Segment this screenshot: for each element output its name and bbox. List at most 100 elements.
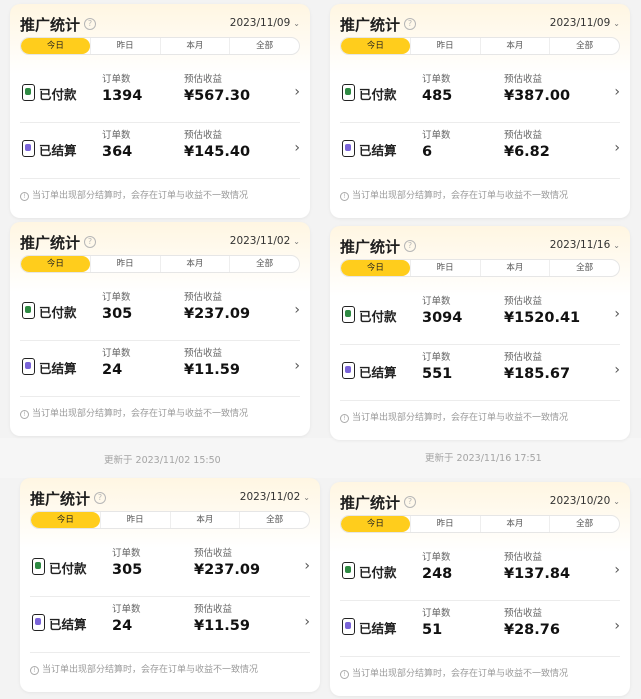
stats-card: 推广统计? 2023/11/02 ⌄ 今日 昨日 本月 全部 已付款 订单数 305 预估收益 ¥23… [20,478,320,692]
settled-row[interactable]: 已结算 订单数 364 预估收益 ¥145.40 › [20,120,300,176]
orders-label: 订单数 [422,74,451,85]
tab-today[interactable]: 今日 [341,38,410,54]
settled-orders-value: 51 [422,622,443,638]
card-header: 推广统计? 2023/11/16 ⌄ [340,234,620,258]
orders-label: 订单数 [422,552,451,563]
tab-all[interactable]: 全部 [229,38,299,54]
chevron-right-icon[interactable]: › [614,140,620,156]
settlement-note: ! 当订单出现部分结算时，会存在订单与收益不一致情况 [340,666,620,679]
tab-this-month[interactable]: 本月 [159,256,230,272]
settled-row[interactable]: 已结算 订单数 24 预估收益 ¥11.59 › [20,338,300,394]
card-title: 推广统计 [20,234,81,252]
date-selector[interactable]: 2023/11/09 ⌄ [230,17,300,29]
chevron-right-icon[interactable]: › [614,84,620,100]
settled-row[interactable]: 已结算 订单数 51 预估收益 ¥28.76 › [340,598,620,654]
chevron-right-icon[interactable]: › [294,358,300,374]
date-value: 2023/11/16 [549,239,611,251]
tab-yesterday[interactable]: 昨日 [409,260,480,276]
settled-row[interactable]: 已结算 订单数 24 预估收益 ¥11.59 › [30,594,310,650]
period-tabs: 今日 昨日 本月 全部 [340,37,620,55]
chevron-right-icon[interactable]: › [304,558,310,574]
tab-yesterday[interactable]: 昨日 [89,38,160,54]
paid-income-value: ¥237.09 [194,562,261,578]
date-selector[interactable]: 2023/11/09 ⌄ [550,17,620,29]
row-divider [340,178,620,179]
chevron-down-icon: ⌄ [303,493,310,502]
question-circle-icon[interactable]: ? [94,492,106,504]
period-tabs: 今日 昨日 本月 全部 [30,511,310,529]
settled-label: 已结算 [39,143,77,158]
stats-card: 推广统计? 2023/11/09 ⌄ 今日 昨日 本月 全部 已付款 订单数 1394 预估收益 ¥5… [10,4,310,218]
paid-label: 已付款 [49,561,87,576]
tab-today[interactable]: 今日 [21,38,90,54]
date-selector[interactable]: 2023/11/16 ⌄ [550,239,620,251]
paid-row[interactable]: 已付款 订单数 305 预估收益 ¥237.09 › [30,538,310,594]
tab-yesterday[interactable]: 昨日 [89,256,160,272]
paid-row[interactable]: 已付款 订单数 485 预估收益 ¥387.00 › [340,64,620,120]
tab-all[interactable]: 全部 [549,38,619,54]
updated-time-left: 更新于 2023/11/02 15:50 [104,455,221,466]
settled-income-value: ¥11.59 [194,618,250,634]
updated-time-right: 更新于 2023/11/16 17:51 [425,453,542,464]
tab-yesterday[interactable]: 昨日 [409,38,480,54]
tab-this-month[interactable]: 本月 [479,260,550,276]
tab-today[interactable]: 今日 [341,260,410,276]
orders-label: 订单数 [102,348,131,359]
paid-row[interactable]: 已付款 订单数 305 预估收益 ¥237.09 › [20,282,300,338]
question-circle-icon[interactable]: ? [404,240,416,252]
paid-row[interactable]: 已付款 订单数 1394 预估收益 ¥567.30 › [20,64,300,120]
question-circle-icon[interactable]: ? [404,18,416,30]
chevron-right-icon[interactable]: › [294,84,300,100]
settlement-note: ! 当订单出现部分结算时，会存在订单与收益不一致情况 [20,188,300,201]
paid-row[interactable]: 已付款 订单数 248 预估收益 ¥137.84 › [340,542,620,598]
settled-label: 已结算 [39,361,77,376]
settled-row[interactable]: 已结算 订单数 551 预估收益 ¥185.67 › [340,342,620,398]
tab-this-month[interactable]: 本月 [479,516,550,532]
orders-label: 订单数 [102,74,131,85]
settlement-note: ! 当订单出现部分结算时，会存在订单与收益不一致情况 [340,188,620,201]
paid-income-value: ¥237.09 [184,306,251,322]
card-header: 推广统计? 2023/11/02 ⌄ [30,486,310,510]
chevron-right-icon[interactable]: › [614,306,620,322]
orders-label: 订单数 [112,548,141,559]
tab-today[interactable]: 今日 [21,256,90,272]
orders-label: 订单数 [422,608,451,619]
chevron-right-icon[interactable]: › [304,614,310,630]
tab-today[interactable]: 今日 [31,512,100,528]
tab-this-month[interactable]: 本月 [169,512,240,528]
question-circle-icon[interactable]: ? [84,236,96,248]
wallet-icon [342,306,355,323]
tab-this-month[interactable]: 本月 [479,38,550,54]
paid-orders-value: 305 [112,562,143,578]
chevron-right-icon[interactable]: › [614,362,620,378]
tab-yesterday[interactable]: 昨日 [409,516,480,532]
tab-yesterday[interactable]: 昨日 [99,512,170,528]
income-label: 预估收益 [504,296,543,307]
receipt-icon [32,614,45,631]
date-selector[interactable]: 2023/10/20 ⌄ [550,495,620,507]
tab-all[interactable]: 全部 [229,256,299,272]
settled-row[interactable]: 已结算 订单数 6 预估收益 ¥6.82 › [340,120,620,176]
tab-all[interactable]: 全部 [549,260,619,276]
tab-this-month[interactable]: 本月 [159,38,230,54]
tab-today[interactable]: 今日 [341,516,410,532]
question-circle-icon[interactable]: ? [404,496,416,508]
paid-row[interactable]: 已付款 订单数 3094 预估收益 ¥1520.41 › [340,286,620,342]
chevron-right-icon[interactable]: › [614,562,620,578]
chevron-right-icon[interactable]: › [614,618,620,634]
date-selector[interactable]: 2023/11/02 ⌄ [230,235,300,247]
orders-label: 订单数 [112,604,141,615]
wallet-icon [32,558,45,575]
info-circle-icon: ! [20,410,29,419]
tab-all[interactable]: 全部 [549,516,619,532]
tab-all[interactable]: 全部 [239,512,309,528]
info-circle-icon: ! [30,666,39,675]
chevron-right-icon[interactable]: › [294,140,300,156]
note-text: 当订单出现部分结算时，会存在订单与收益不一致情况 [42,665,259,675]
card-header: 推广统计? 2023/11/02 ⌄ [20,230,300,254]
chevron-right-icon[interactable]: › [294,302,300,318]
paid-income-value: ¥1520.41 [504,310,581,326]
card-header: 推广统计? 2023/11/09 ⌄ [20,12,300,36]
question-circle-icon[interactable]: ? [84,18,96,30]
date-selector[interactable]: 2023/11/02 ⌄ [240,491,310,503]
